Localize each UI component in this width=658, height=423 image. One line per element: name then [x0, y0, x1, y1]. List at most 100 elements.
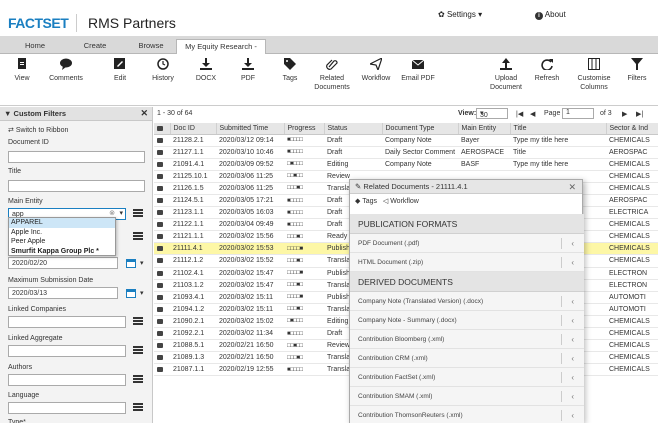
next-page-button[interactable]: ▶ — [622, 110, 627, 118]
table-row[interactable]: 21127.1.1 2020/03/10 10:46 ■□□□□ Draft Daily… — [154, 146, 658, 159]
chevron-down-icon[interactable]: ▾ — [119, 209, 123, 218]
lock-icon — [157, 185, 163, 191]
chevron-left-icon[interactable]: ‹ — [571, 234, 574, 253]
column-header[interactable]: Main Entity — [458, 123, 511, 135]
format-item[interactable]: HTML Document (.zip) ‹ — [350, 253, 584, 272]
upload-document-button[interactable]: Upload Document — [488, 58, 524, 92]
format-item[interactable]: PDF Document (.pdf) ‹ — [350, 234, 584, 253]
filters-button[interactable]: Filters — [620, 58, 654, 83]
derived-document-item[interactable]: Contribution Bloomberg (.xml) ‹ — [350, 330, 584, 349]
dropdown-option[interactable]: Smurfit Kappa Group Plc * — [9, 247, 115, 257]
table-cell: AEROSPAC — [606, 194, 658, 208]
page-number-input[interactable]: 1 — [562, 108, 594, 119]
workflow-button[interactable]: Workflow — [360, 58, 392, 83]
table-cell: 2020/03/09 09:52 — [216, 158, 284, 171]
view-count-select[interactable]: 30 ▾ — [476, 108, 508, 119]
tab-browse[interactable]: Browse — [126, 39, 176, 54]
table-cell: CHEMICALS — [606, 242, 658, 256]
list-icon[interactable] — [133, 403, 143, 412]
prev-page-button[interactable]: ◀ — [530, 110, 535, 118]
table-row[interactable]: 21128.2.1 2020/03/12 09:14 ■□□□□ Draft Compa… — [154, 134, 658, 147]
derived-document-item[interactable]: Contribution SMAM (.xml) ‹ — [350, 387, 584, 406]
dropdown-option[interactable]: APPAREL — [9, 218, 115, 228]
table-cell: 2020/03/02 15:11 — [216, 291, 284, 304]
edit-button[interactable]: Edit — [108, 58, 132, 83]
related-documents-button[interactable]: Related Documents — [312, 58, 352, 92]
derived-document-item[interactable]: Contribution CRM (.xml) ‹ — [350, 349, 584, 368]
table-cell: 2020/03/02 15:56 — [216, 230, 284, 244]
tags-button[interactable]: Tags — [278, 58, 302, 83]
dropdown-option[interactable]: Peer Apple — [9, 237, 115, 247]
popup-tab-workflow[interactable]: ◁ Workflow — [383, 198, 419, 205]
table-cell: BASF — [458, 158, 510, 171]
dropdown-option[interactable]: Apple Inc. — [9, 228, 115, 238]
tab-my-equity-research[interactable]: My Equity Research - 1✕ — [176, 39, 266, 65]
chevron-down-icon[interactable]: ▾ — [140, 289, 144, 297]
table-cell: CHEMICALS — [606, 158, 658, 171]
table-cell: □□□■□ — [284, 182, 324, 195]
chevron-left-icon[interactable]: ‹ — [571, 330, 574, 349]
first-page-button[interactable]: |◀ — [516, 110, 523, 118]
last-page-button[interactable]: ▶| — [636, 110, 643, 118]
lock-cell — [154, 182, 170, 195]
list-icon[interactable] — [133, 346, 143, 355]
authors-input[interactable] — [8, 374, 126, 386]
tab-home[interactable]: Home — [6, 39, 64, 54]
chevron-left-icon[interactable]: ‹ — [571, 368, 574, 387]
column-header[interactable]: Status — [324, 123, 383, 135]
docx-button[interactable]: DOCX — [194, 58, 218, 83]
chevron-left-icon[interactable]: ‹ — [571, 349, 574, 368]
document-id-input[interactable] — [8, 151, 145, 163]
calendar-icon[interactable] — [126, 259, 136, 268]
tab-create[interactable]: Create — [66, 39, 124, 54]
column-header[interactable]: Submitted Time — [216, 123, 285, 135]
chevron-left-icon[interactable]: ‹ — [571, 406, 574, 423]
min-date-input[interactable]: 2020/02/20 — [8, 257, 118, 269]
pager-bar: 1 - 30 of 64 View: 30 ▾ |◀ ◀ Page 1 of 3… — [154, 107, 658, 121]
derived-document-item[interactable]: Company Note (Translated Version) (.docx… — [350, 292, 584, 311]
calendar-icon[interactable] — [126, 289, 136, 298]
language-input[interactable] — [8, 402, 126, 414]
close-icon[interactable]: ✕ — [140, 107, 148, 120]
history-button[interactable]: History — [150, 58, 176, 83]
chevron-left-icon[interactable]: ‹ — [571, 253, 574, 272]
column-header[interactable]: Sector & Ind — [606, 123, 658, 135]
table-cell: ■□□□□ — [284, 363, 324, 377]
pdf-button[interactable]: PDF — [236, 58, 260, 83]
view-button[interactable]: View — [10, 58, 34, 83]
chevron-left-icon[interactable]: ‹ — [571, 311, 574, 330]
derived-document-item[interactable]: Contribution FactSet (.xml) ‹ — [350, 368, 584, 387]
chevron-left-icon[interactable]: ‹ — [571, 387, 574, 406]
derived-document-item[interactable]: Contribution ThomsonReuters (.xml) ‹ — [350, 406, 584, 423]
info-icon: i — [535, 12, 543, 20]
popup-tab-tags[interactable]: ◆ Tags — [355, 198, 377, 205]
table-cell: □□□■□ — [284, 254, 324, 268]
table-cell: 2020/02/21 16:50 — [216, 339, 284, 353]
list-icon[interactable] — [133, 209, 143, 218]
comments-button[interactable]: Comments — [46, 58, 86, 83]
close-icon[interactable]: ✕ — [568, 180, 576, 194]
settings-menu[interactable]: ✿ Settings ▾ — [438, 10, 482, 19]
lock-icon — [157, 161, 163, 167]
column-header[interactable]: Document Type — [382, 123, 459, 135]
list-icon[interactable] — [133, 317, 143, 326]
title-input[interactable] — [8, 180, 145, 192]
table-cell: 2020/03/02 15:53 — [216, 242, 284, 256]
chevron-left-icon[interactable]: ‹ — [571, 292, 574, 311]
about-link[interactable]: i About — [535, 10, 566, 20]
list-icon[interactable] — [133, 232, 143, 241]
chevron-down-icon[interactable]: ▾ — [140, 259, 144, 267]
linked-companies-input[interactable] — [8, 316, 126, 328]
email-pdf-button[interactable]: Email PDF — [400, 58, 436, 83]
max-date-input[interactable]: 2020/03/13 — [8, 287, 118, 299]
column-header[interactable]: Doc ID — [170, 123, 217, 135]
refresh-button[interactable]: Refresh — [532, 58, 562, 83]
linked-aggregate-input[interactable] — [8, 345, 126, 357]
table-row[interactable]: 21091.4.1 2020/03/09 09:52 □■□□□ Editing Com… — [154, 158, 658, 171]
column-header[interactable]: Progress — [284, 123, 325, 135]
switch-to-ribbon-link[interactable]: ⇄ Switch to Ribbon — [8, 126, 68, 134]
derived-document-item[interactable]: Company Note - Summary (.docx) ‹ — [350, 311, 584, 330]
list-icon[interactable] — [133, 375, 143, 384]
customise-columns-button[interactable]: Customise Columns — [574, 58, 614, 92]
column-header[interactable]: Title — [510, 123, 607, 135]
